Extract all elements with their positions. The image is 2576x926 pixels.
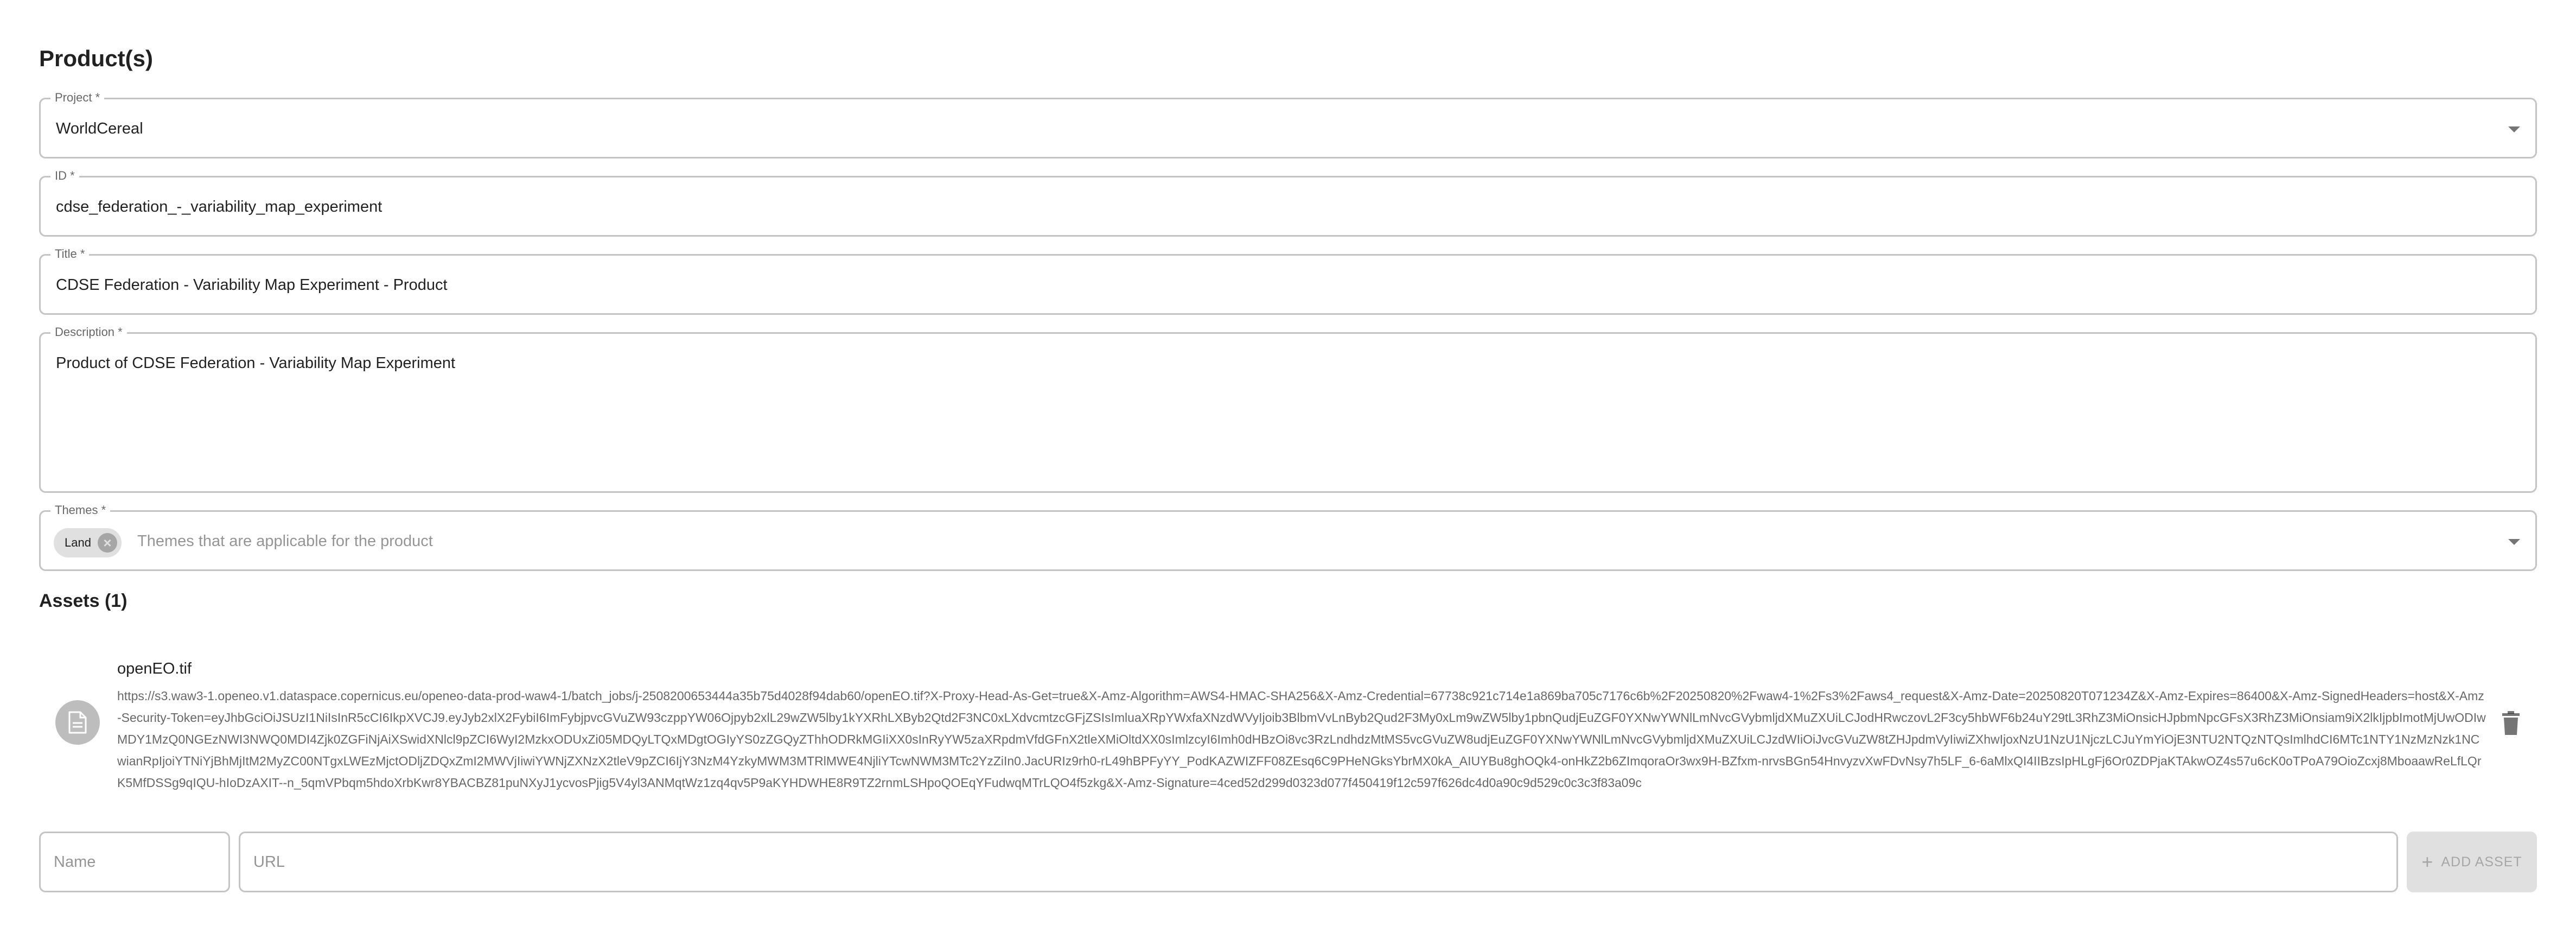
assets-heading: Assets (1) [39, 591, 127, 611]
asset-name: openEO.tif [117, 660, 192, 677]
themes-placeholder[interactable]: Themes that are applicable for the produ… [137, 532, 433, 550]
theme-chip-land[interactable]: Land × [54, 528, 122, 557]
project-label: Project * [50, 90, 105, 106]
add-asset-label: ADD ASSET [2441, 854, 2522, 870]
trash-icon[interactable] [2500, 711, 2522, 735]
description-label: Description * [50, 324, 127, 340]
description-field[interactable]: Description * Product of CDSE Federation… [39, 324, 2537, 493]
plus-icon: + [2421, 851, 2434, 873]
arrow-drop-down-icon[interactable] [2508, 539, 2520, 545]
asset-url-input[interactable] [239, 832, 2398, 892]
project-value: WorldCereal [56, 120, 143, 137]
add-asset-button[interactable]: + ADD ASSET [2407, 832, 2537, 892]
asset-name-input[interactable] [39, 832, 230, 892]
asset-url: https://s3.waw3-1.openeo.v1.dataspace.co… [117, 689, 2486, 790]
products-heading: Product(s) [39, 46, 153, 71]
theme-chip-label: Land [65, 536, 91, 549]
themes-select[interactable]: Themes * Land × Themes that are applicab… [39, 502, 2537, 571]
title-field[interactable]: Title * CDSE Federation - Variability Ma… [39, 246, 2537, 315]
cancel-icon[interactable]: × [97, 533, 117, 553]
id-field[interactable]: ID * cdse_federation_-_variability_map_e… [39, 168, 2537, 237]
title-label: Title * [50, 246, 90, 262]
arrow-drop-down-icon[interactable] [2508, 126, 2520, 132]
id-value[interactable]: cdse_federation_-_variability_map_experi… [56, 198, 382, 216]
id-label: ID * [50, 168, 79, 184]
title-value[interactable]: CDSE Federation - Variability Map Experi… [56, 276, 448, 294]
file-icon [55, 700, 100, 745]
project-select[interactable]: Project * WorldCereal [39, 90, 2537, 158]
description-value[interactable]: Product of CDSE Federation - Variability… [56, 354, 455, 372]
themes-label: Themes * [50, 502, 111, 518]
